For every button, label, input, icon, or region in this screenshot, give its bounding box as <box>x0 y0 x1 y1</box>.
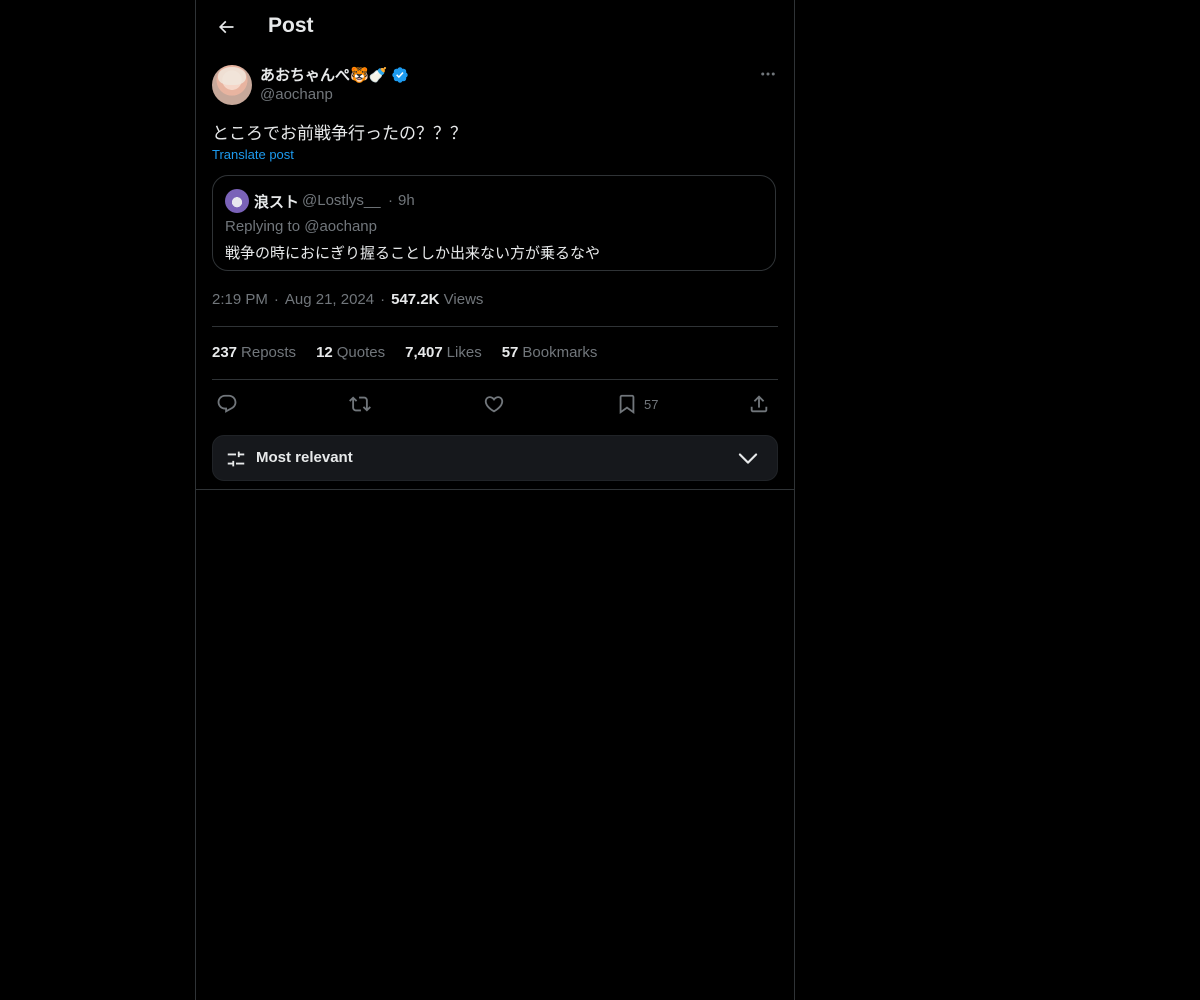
stat-count: 237 <box>212 344 238 361</box>
post-stats: 237 Reposts 12 Quotes 7,407 Likes 57 Bookmar… <box>212 344 617 361</box>
repost-icon <box>349 396 371 412</box>
post-meta: 2:19 PM · Aug 21, 2024 · 547.2K Views <box>212 291 483 308</box>
author-handle[interactable]: @aochanp <box>260 86 333 103</box>
sort-label: Most relevant <box>256 449 353 466</box>
more-horizontal-icon <box>761 72 775 76</box>
back-button[interactable] <box>208 9 244 45</box>
post-date[interactable]: Aug 21, 2024 <box>285 291 374 308</box>
meta-separator: · <box>380 291 386 308</box>
more-options-button[interactable] <box>758 64 778 84</box>
share-icon <box>750 395 768 413</box>
action-bar: 57 <box>212 390 778 418</box>
stat-label: Quotes <box>336 344 386 361</box>
stat-bookmarks[interactable]: 57 Bookmarks <box>502 344 598 361</box>
post-time[interactable]: 2:19 PM <box>212 291 268 308</box>
quote-separator: · <box>388 192 393 209</box>
heart-icon <box>484 396 504 413</box>
quote-avatar <box>225 189 249 213</box>
bookmark-icon <box>619 394 635 415</box>
stat-count: 57 <box>501 344 519 361</box>
sliders-icon <box>227 451 245 467</box>
avatar[interactable] <box>212 65 252 105</box>
stat-label: Reposts <box>241 344 297 361</box>
stat-count: 7,407 <box>405 344 443 361</box>
views-label: Views <box>443 291 484 308</box>
quoted-post[interactable]: 浪スト @Lostlys__ · 9h Replying to @aochanp… <box>212 175 776 271</box>
meta-separator: · <box>273 291 279 308</box>
verified-badge-icon <box>392 66 409 83</box>
reply-button[interactable] <box>216 390 238 418</box>
quote-text: 戦争の時におにぎり握ることしか出来ない方が乗るなや <box>225 245 601 262</box>
repost-button[interactable] <box>349 390 371 418</box>
like-button[interactable] <box>483 390 505 418</box>
bookmark-count: 57 <box>644 396 659 412</box>
stat-reposts[interactable]: 237 Reposts <box>212 344 296 361</box>
reply-sort-dropdown[interactable]: Most relevant <box>212 435 778 481</box>
stat-likes[interactable]: 7,407 Likes <box>405 344 482 361</box>
author-display-name[interactable]: あおちゃんぺ🐯🍼 <box>260 64 387 85</box>
page-title: Post <box>268 14 314 37</box>
author-name-row[interactable]: あおちゃんぺ🐯🍼 <box>260 64 409 85</box>
arrow-left-icon <box>218 20 234 34</box>
quote-replying-to: Replying to @aochanp <box>225 218 377 235</box>
divider <box>212 379 778 380</box>
stat-label: Bookmarks <box>522 344 598 361</box>
stat-label: Likes <box>446 344 482 361</box>
bookmark-button[interactable]: 57 <box>616 390 658 418</box>
quote-time: 9h <box>398 192 415 209</box>
post-author: あおちゃんぺ🐯🍼 @aochanp <box>212 64 778 108</box>
stat-count: 12 <box>316 344 333 361</box>
quote-display-name: 浪スト <box>254 194 300 211</box>
post-text: ところでお前戦争行ったの？？？ <box>212 124 467 143</box>
share-button[interactable] <box>748 390 770 418</box>
section-divider <box>196 489 794 490</box>
views-count: 547.2K <box>391 291 440 308</box>
divider <box>212 326 778 327</box>
main-column: Post あおちゃんぺ🐯🍼 @aochanp ところでお前戦争行ったの？？？ T… <box>195 0 795 1000</box>
quote-handle: @Lostlys__ <box>302 192 381 209</box>
chevron-down-icon <box>738 453 758 464</box>
stat-quotes[interactable]: 12 Quotes <box>316 344 385 361</box>
page-header: Post <box>196 0 794 54</box>
reply-icon <box>217 394 237 413</box>
translate-post-link[interactable]: Translate post <box>212 147 294 162</box>
